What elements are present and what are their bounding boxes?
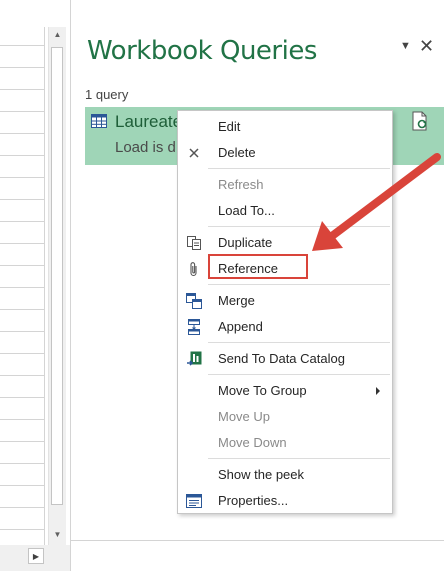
scroll-down-icon[interactable]: ▼ [49,527,66,543]
menu-separator [208,284,390,285]
scroll-right-icon[interactable]: ▶ [28,548,44,564]
menu-separator [208,374,390,375]
grid-line [0,221,44,222]
menu-item-refresh: Refresh [178,172,392,198]
grid-line [0,375,44,376]
submenu-arrow-icon [376,387,380,395]
menu-separator [208,458,390,459]
grid-line [0,419,44,420]
scroll-thumb[interactable] [51,47,63,505]
menu-item-label: Move Down [218,435,287,450]
menu-separator [208,226,390,227]
menu-item-move-down: Move Down [178,430,392,456]
vertical-scrollbar[interactable]: ▲ ▼ [48,27,66,545]
menu-item-duplicate[interactable]: Duplicate [178,230,392,256]
menu-item-label: Send To Data Catalog [218,351,345,366]
pane-options-icon[interactable]: ▼ [400,40,411,52]
query-status: Load is d [115,139,176,156]
grid-line [0,177,44,178]
menu-item-send-to-data-catalog[interactable]: Send To Data Catalog [178,346,392,372]
menu-item-move-to-group[interactable]: Move To Group [178,378,392,404]
menu-item-label: Move Up [218,409,271,424]
menu-item-label: Append [218,319,263,334]
menu-item-label: Properties... [218,493,289,508]
query-count: 1 query [85,87,129,102]
grid-line [0,287,44,288]
append-icon [188,319,200,335]
grid-line [0,331,44,332]
grid-line [0,441,44,442]
menu-item-edit[interactable]: Edit [178,114,392,140]
grid-line [0,111,44,112]
menu-item-delete[interactable]: Delete [178,140,392,166]
grid-line [0,529,44,530]
grid-line [0,155,44,156]
query-name[interactable]: Laureate [115,112,182,132]
query-context-menu: Edit Delete Refresh Load To... Duplicate… [177,110,393,514]
merge-icon [186,293,202,309]
grid-line [0,67,44,68]
menu-item-label: Move To Group [218,383,307,398]
menu-item-properties[interactable]: Properties... [178,488,392,514]
menu-separator [208,168,390,169]
scroll-up-icon[interactable]: ▲ [49,27,66,43]
menu-item-load-to[interactable]: Load To... [178,198,392,224]
grid-line [0,463,44,464]
menu-item-label: Delete [218,145,256,160]
table-icon [91,114,107,128]
grid-line [0,45,44,46]
menu-item-merge[interactable]: Merge [178,288,392,314]
duplicate-icon [187,236,201,250]
pane-title: Workbook Queries [87,36,317,66]
paperclip-icon [190,262,197,277]
grid-line [0,199,44,200]
close-pane-icon[interactable]: ✕ [419,36,434,57]
grid-line [0,133,44,134]
properties-icon [186,494,202,508]
worksheet-area[interactable]: ▲ ▼ ▶ [0,0,70,571]
menu-item-label: Duplicate [218,235,273,250]
grid-line [0,265,44,266]
menu-item-append[interactable]: Append [178,314,392,340]
cell-grid[interactable] [0,27,45,545]
data-catalog-icon [187,351,202,366]
menu-item-label: Edit [218,119,241,134]
menu-item-label: Merge [218,293,255,308]
grid-line [0,309,44,310]
grid-line [0,353,44,354]
grid-line [0,243,44,244]
grid-line [0,507,44,508]
menu-item-label: Show the peek [218,467,305,482]
refresh-query-icon[interactable] [411,111,429,131]
pane-footer-border [71,540,444,541]
reference-highlight-box [208,254,308,279]
menu-item-move-up: Move Up [178,404,392,430]
grid-line [0,485,44,486]
menu-item-label: Refresh [218,177,264,192]
menu-item-show-the-peek[interactable]: Show the peek [178,462,392,488]
menu-item-label: Load To... [218,203,275,218]
close-icon [189,148,199,158]
grid-line [0,89,44,90]
menu-separator [208,342,390,343]
grid-line [0,397,44,398]
